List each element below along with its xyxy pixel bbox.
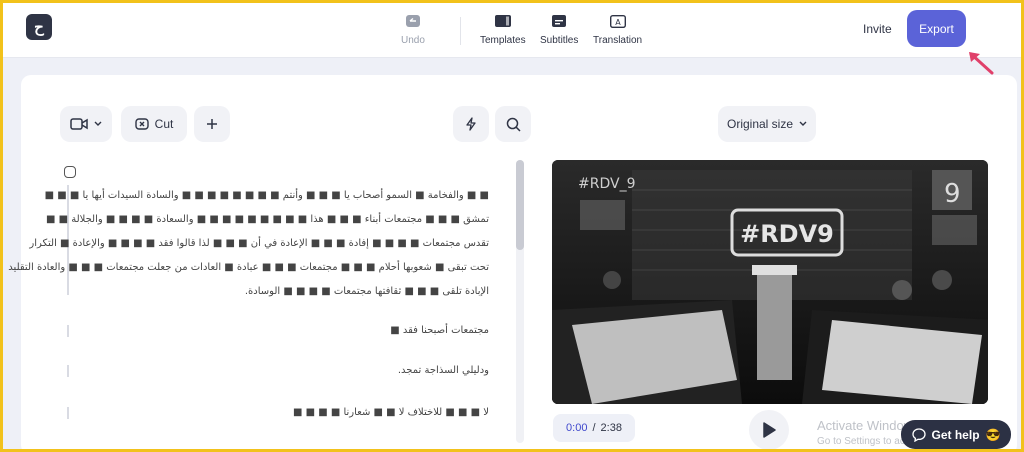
toolbar-divider bbox=[460, 17, 461, 45]
current-time: 0:00 bbox=[566, 422, 588, 434]
magic-button[interactable] bbox=[453, 106, 489, 142]
size-dropdown[interactable]: Original size bbox=[718, 106, 816, 142]
plus-icon bbox=[207, 119, 217, 129]
app-logo[interactable]: ح bbox=[26, 14, 52, 40]
video-corner-number: 9 bbox=[944, 179, 961, 209]
get-help-label: Get help bbox=[931, 427, 980, 442]
play-icon bbox=[763, 422, 776, 438]
video-overlay-text: #RDV_9 bbox=[578, 176, 635, 192]
subtitles-icon bbox=[551, 13, 567, 29]
templates-label: Templates bbox=[480, 35, 526, 46]
templates-icon bbox=[494, 13, 511, 29]
timecode: 0:00 / 2:38 bbox=[553, 414, 635, 442]
sunglasses-emoji: 😎 bbox=[985, 427, 1001, 442]
templates-button[interactable]: Templates bbox=[480, 13, 526, 46]
subtitles-button[interactable]: Subtitles bbox=[540, 13, 578, 46]
svg-text:A: A bbox=[615, 18, 621, 27]
transcript-line[interactable]: الإبادة تلقى ■ ■ ■ ثقافتها مجتمعات ■ ■ ■… bbox=[245, 286, 489, 297]
time-separator: / bbox=[592, 422, 596, 434]
translation-label: Translation bbox=[593, 35, 643, 46]
paragraph-marker bbox=[67, 325, 69, 337]
transcript-line[interactable]: تحت تبقى ■ شعوبها أحلام ■ ■ ■ مجتمعات ■ … bbox=[8, 262, 489, 273]
undo-label: Undo bbox=[401, 35, 425, 46]
transcript-line[interactable]: ودليلي السذاجة تمجد. bbox=[398, 365, 489, 376]
transcript-line[interactable]: تمشق ■ ■ ■ مجتمعات أبناء ■ ■ ■ هذا ■ ■ ■… bbox=[46, 214, 489, 225]
video-logo: #RDV9 bbox=[740, 220, 834, 248]
size-label: Original size bbox=[726, 117, 794, 131]
video-camera-dropdown[interactable] bbox=[60, 106, 112, 142]
paragraph-marker bbox=[67, 365, 69, 377]
transcript-line[interactable]: تقدس مجتمعات ■ ■ ■ ■ إفادة ■ ■ ■ الإعادة… bbox=[29, 238, 489, 249]
pointer-arrow-icon bbox=[969, 52, 994, 75]
transcript-line[interactable]: ■ ■ والفخامة ■ السمو أصحاب يا ■ ■ ■ وأنت… bbox=[45, 190, 489, 201]
add-button[interactable] bbox=[194, 106, 230, 142]
translation-icon: A bbox=[609, 13, 626, 29]
search-button[interactable] bbox=[495, 106, 531, 142]
editor-panel: Cut Original size ■ ■ والفخامة ■ السمو أ… bbox=[8, 75, 1017, 449]
translation-button[interactable]: A Translation bbox=[593, 13, 642, 46]
chat-bubble-icon bbox=[911, 427, 926, 442]
transcript-line[interactable]: لا ■ ■ ■ للاختلاف لا ■ ■ شعارنا ■ ■ ■ ■ bbox=[293, 407, 489, 418]
cut-button[interactable]: Cut bbox=[121, 106, 187, 142]
video-frame: #RDV9 #RDV_9 9 bbox=[552, 160, 988, 404]
app-frame: ح Undo Templates Subtitles A Translation bbox=[0, 0, 1024, 452]
scrollbar-thumb[interactable] bbox=[516, 160, 524, 250]
invite-button[interactable]: Invite bbox=[863, 22, 892, 36]
play-button[interactable] bbox=[749, 410, 789, 449]
transcript-line[interactable]: مجتمعات أصبحنا فقد ■ bbox=[390, 325, 489, 336]
chevron-down-icon bbox=[94, 121, 102, 126]
subtitles-label: Subtitles bbox=[540, 35, 579, 46]
export-button[interactable]: Export bbox=[907, 10, 966, 47]
duration: 2:38 bbox=[600, 422, 622, 434]
video-camera-icon bbox=[70, 118, 88, 130]
cut-label: Cut bbox=[154, 117, 174, 131]
search-icon bbox=[506, 117, 521, 132]
select-all-checkbox[interactable] bbox=[64, 166, 76, 178]
get-help-button[interactable]: Get help 😎 bbox=[901, 420, 1011, 449]
cut-icon bbox=[134, 118, 149, 130]
lightning-icon bbox=[466, 117, 476, 131]
transcript-scrollbar[interactable] bbox=[516, 160, 524, 443]
undo-button[interactable]: Undo bbox=[401, 13, 425, 46]
top-bar: ح Undo Templates Subtitles A Translation bbox=[3, 3, 1021, 75]
undo-icon bbox=[405, 13, 421, 29]
chevron-down-icon bbox=[799, 121, 807, 126]
paragraph-marker bbox=[67, 407, 69, 419]
video-preview[interactable]: #RDV9 #RDV_9 9 bbox=[552, 160, 988, 404]
